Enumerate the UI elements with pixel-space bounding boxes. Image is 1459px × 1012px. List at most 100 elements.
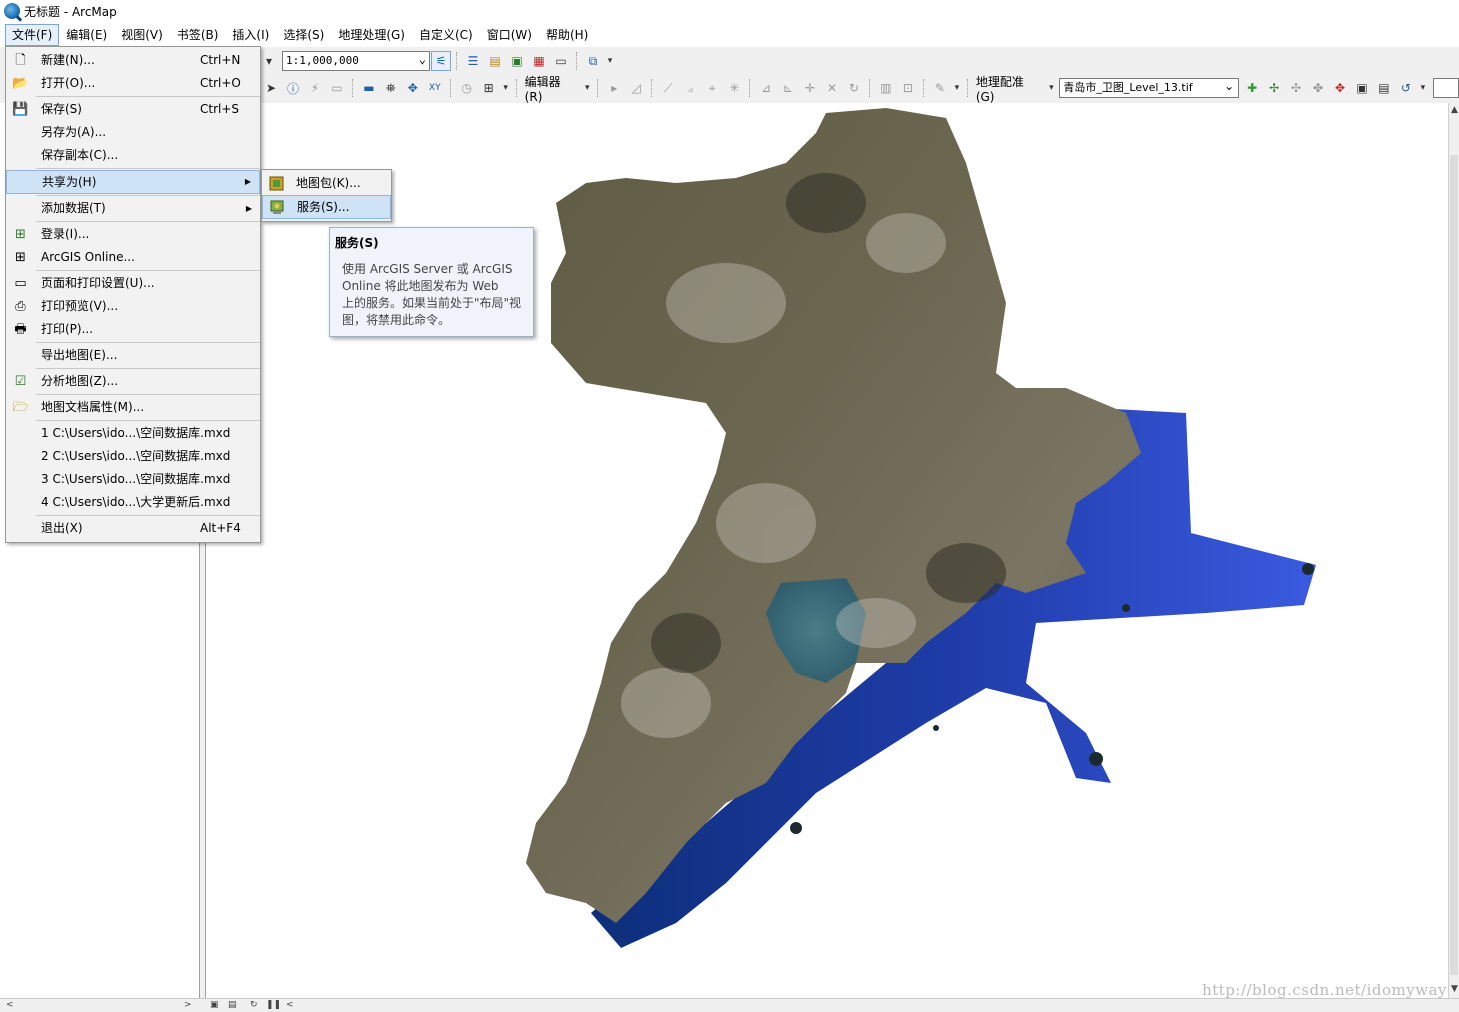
split-icon[interactable]: ✕ bbox=[822, 78, 842, 98]
shift-icon[interactable]: ✣ bbox=[1286, 78, 1306, 98]
menu-item-map-package[interactable]: 地图包(K)... bbox=[262, 172, 391, 195]
menu-file[interactable]: 文件(F) bbox=[5, 23, 60, 46]
georeference-layer-select[interactable]: 青岛市_卫图_Level_13.tif bbox=[1059, 77, 1240, 98]
menu-item-share-as[interactable]: 共享为(H) ▶ bbox=[6, 170, 260, 194]
scale-georef-icon[interactable]: ✤ bbox=[1308, 78, 1328, 98]
menu-item-new[interactable]: 🗋 新建(N)... Ctrl+N bbox=[6, 49, 260, 72]
menu-item-recent-3[interactable]: 3 C:\Users\ido...\空间数据库.mxd bbox=[6, 468, 260, 491]
arcmap-globe-icon bbox=[4, 3, 20, 19]
menu-help[interactable]: 帮助(H) bbox=[539, 24, 595, 46]
straight-segment-icon[interactable]: ⟋ bbox=[658, 78, 678, 98]
measure-icon[interactable]: ▬ bbox=[359, 78, 379, 98]
rotate-georef-icon[interactable]: ✚ bbox=[1242, 78, 1262, 98]
menu-geoprocessing[interactable]: 地理处理(G) bbox=[331, 24, 412, 46]
python-window-icon[interactable]: ▭ bbox=[551, 51, 571, 71]
scroll-left-icon[interactable]: < bbox=[286, 999, 294, 1012]
trace-icon[interactable]: ✳ bbox=[724, 78, 744, 98]
arctoolbox-icon[interactable]: ▦ bbox=[529, 51, 549, 71]
menu-item-sign-in[interactable]: ⊞ 登录(I)... bbox=[6, 223, 260, 246]
menu-item-export-map[interactable]: 导出地图(E)... bbox=[6, 344, 260, 367]
scroll-left-icon[interactable]: < bbox=[6, 999, 14, 1012]
map-vertical-scrollbar[interactable]: ▲ ▼ bbox=[1448, 103, 1459, 998]
menu-edit[interactable]: 编辑(E) bbox=[59, 24, 114, 46]
menu-item-recent-2[interactable]: 2 C:\Users\ido...\空间数据库.mxd bbox=[6, 445, 260, 468]
scroll-thumb[interactable] bbox=[1450, 155, 1458, 975]
toolbar-separator bbox=[597, 79, 599, 97]
add-data-dropdown-icon[interactable]: ▾ bbox=[261, 51, 277, 71]
menu-selection[interactable]: 选择(S) bbox=[276, 24, 331, 46]
menu-bookmarks[interactable]: 书签(B) bbox=[170, 24, 226, 46]
point-icon[interactable]: ⌖ bbox=[702, 78, 722, 98]
toolbar-options-icon[interactable]: ▾ bbox=[605, 51, 615, 71]
hyperlink-icon[interactable]: ⚡ bbox=[305, 78, 325, 98]
identify-icon[interactable]: ⓘ bbox=[283, 78, 303, 98]
editor-dropdown-icon[interactable]: ▾ bbox=[582, 78, 592, 98]
rotation-input[interactable] bbox=[1432, 78, 1459, 98]
data-view-icon[interactable]: ▣ bbox=[210, 999, 219, 1012]
select-elements-icon[interactable]: ➤ bbox=[261, 78, 281, 98]
edit-annotation-icon[interactable]: ◿ bbox=[626, 78, 646, 98]
attributes-icon[interactable]: ▥ bbox=[876, 78, 896, 98]
menu-item-recent-1[interactable]: 1 C:\Users\ido...\空间数据库.mxd bbox=[6, 422, 260, 445]
map-scale-combobox[interactable]: 1:1,000,000 bbox=[282, 50, 430, 71]
menu-customize[interactable]: 自定义(C) bbox=[412, 24, 480, 46]
pause-drawing-icon[interactable]: ❚❚ bbox=[266, 999, 281, 1012]
editor-menu[interactable]: 编辑器(R) bbox=[522, 73, 582, 104]
view-link-table-icon[interactable]: ▤ bbox=[1374, 78, 1394, 98]
html-popup-icon[interactable]: ▭ bbox=[327, 78, 347, 98]
reshape-icon[interactable]: ⊾ bbox=[778, 78, 798, 98]
layout-view-icon[interactable]: ▤ bbox=[228, 999, 237, 1012]
menu-item-analyze-map[interactable]: ☑ 分析地图(Z)... bbox=[6, 370, 260, 393]
georeferencing-dropdown-icon[interactable]: ▾ bbox=[1046, 78, 1056, 98]
add-control-points-icon[interactable]: ✢ bbox=[1264, 78, 1284, 98]
scroll-down-icon[interactable]: ▼ bbox=[1449, 984, 1459, 996]
printer-icon: 🖶 bbox=[14, 322, 27, 337]
find-route-icon[interactable]: ✥ bbox=[403, 78, 423, 98]
georef-options-icon[interactable]: ▾ bbox=[1418, 78, 1428, 98]
menu-item-add-data[interactable]: 添加数据(T) ▶ bbox=[6, 197, 260, 220]
create-viewer-window-icon[interactable]: ⊞ bbox=[479, 78, 499, 98]
catalog-icon[interactable]: ▤ bbox=[485, 51, 505, 71]
menu-item-print-preview[interactable]: ⎙ 打印预览(V)... bbox=[6, 295, 260, 318]
georeferencing-menu[interactable]: 地理配准(G) bbox=[973, 73, 1046, 104]
toolbar-options-icon[interactable]: ▾ bbox=[501, 78, 511, 98]
menu-item-print[interactable]: 🖶 打印(P)... bbox=[6, 318, 260, 341]
menu-item-arcgis-online[interactable]: ⊞ ArcGIS Online... bbox=[6, 246, 260, 269]
create-features-icon[interactable]: ✎ bbox=[930, 78, 950, 98]
editor-toolbar-icon[interactable]: ⚟ bbox=[431, 51, 451, 71]
menu-item-exit[interactable]: 退出(X) Alt+F4 bbox=[6, 517, 260, 540]
cut-polygons-icon[interactable]: ✛ bbox=[800, 78, 820, 98]
table-of-contents-icon[interactable]: ☰ bbox=[463, 51, 483, 71]
rotate-dropdown-icon[interactable]: ↺ bbox=[1396, 78, 1416, 98]
map-horizontal-scrollbar[interactable]: ▣ ▤ ↻ ❚❚ < bbox=[206, 999, 1448, 1012]
time-slider-icon[interactable]: ◷ bbox=[457, 78, 477, 98]
menu-item-service[interactable]: 服务(S)... bbox=[262, 195, 391, 219]
menu-item-page-setup[interactable]: ▭ 页面和打印设置(U)... bbox=[6, 272, 260, 295]
menu-item-save[interactable]: 💾 保存(S) Ctrl+S bbox=[6, 98, 260, 121]
toc-horizontal-scrollbar[interactable]: < > bbox=[0, 999, 197, 1012]
auto-registration-icon[interactable]: ✥ bbox=[1330, 78, 1350, 98]
scroll-up-icon[interactable]: ▲ bbox=[1449, 105, 1459, 117]
scroll-right-icon[interactable]: > bbox=[184, 999, 192, 1012]
edit-tool-icon[interactable]: ▸ bbox=[604, 78, 624, 98]
toolbar-options-icon[interactable]: ▾ bbox=[952, 78, 962, 98]
viewer-icon[interactable]: ▣ bbox=[1352, 78, 1372, 98]
menu-windows[interactable]: 窗口(W) bbox=[480, 24, 539, 46]
find-icon[interactable]: ⛯ bbox=[381, 78, 401, 98]
curve-icon[interactable]: ⟓ bbox=[680, 78, 700, 98]
edit-vertices-icon[interactable]: ⊿ bbox=[756, 78, 776, 98]
menu-item-map-document-properties[interactable]: 🗁 地图文档属性(M)... bbox=[6, 396, 260, 419]
refresh-icon[interactable]: ↻ bbox=[250, 999, 258, 1012]
sketch-properties-icon[interactable]: ⊡ bbox=[898, 78, 918, 98]
menu-insert[interactable]: 插入(I) bbox=[225, 24, 276, 46]
go-to-xy-icon[interactable]: XY bbox=[425, 78, 445, 98]
search-window-icon[interactable]: ▣ bbox=[507, 51, 527, 71]
menu-item-save-as[interactable]: 另存为(A)... bbox=[6, 121, 260, 144]
menu-view[interactable]: 视图(V) bbox=[114, 24, 170, 46]
tools-toolbar: ➤ ⓘ ⚡ ▭ ▬ ⛯ ✥ XY ◷ ⊞ ▾ 编辑器(R) ▾ ▸ ◿ ⟋ ⟓ … bbox=[260, 73, 1459, 104]
menu-item-recent-4[interactable]: 4 C:\Users\ido...\大学更新后.mxd bbox=[6, 491, 260, 514]
rotate-icon[interactable]: ↻ bbox=[844, 78, 864, 98]
menu-item-open[interactable]: 📂 打开(O)... Ctrl+O bbox=[6, 72, 260, 95]
menu-item-save-copy[interactable]: 保存副本(C)... bbox=[6, 144, 260, 167]
model-builder-icon[interactable]: ⧉ bbox=[583, 51, 603, 71]
